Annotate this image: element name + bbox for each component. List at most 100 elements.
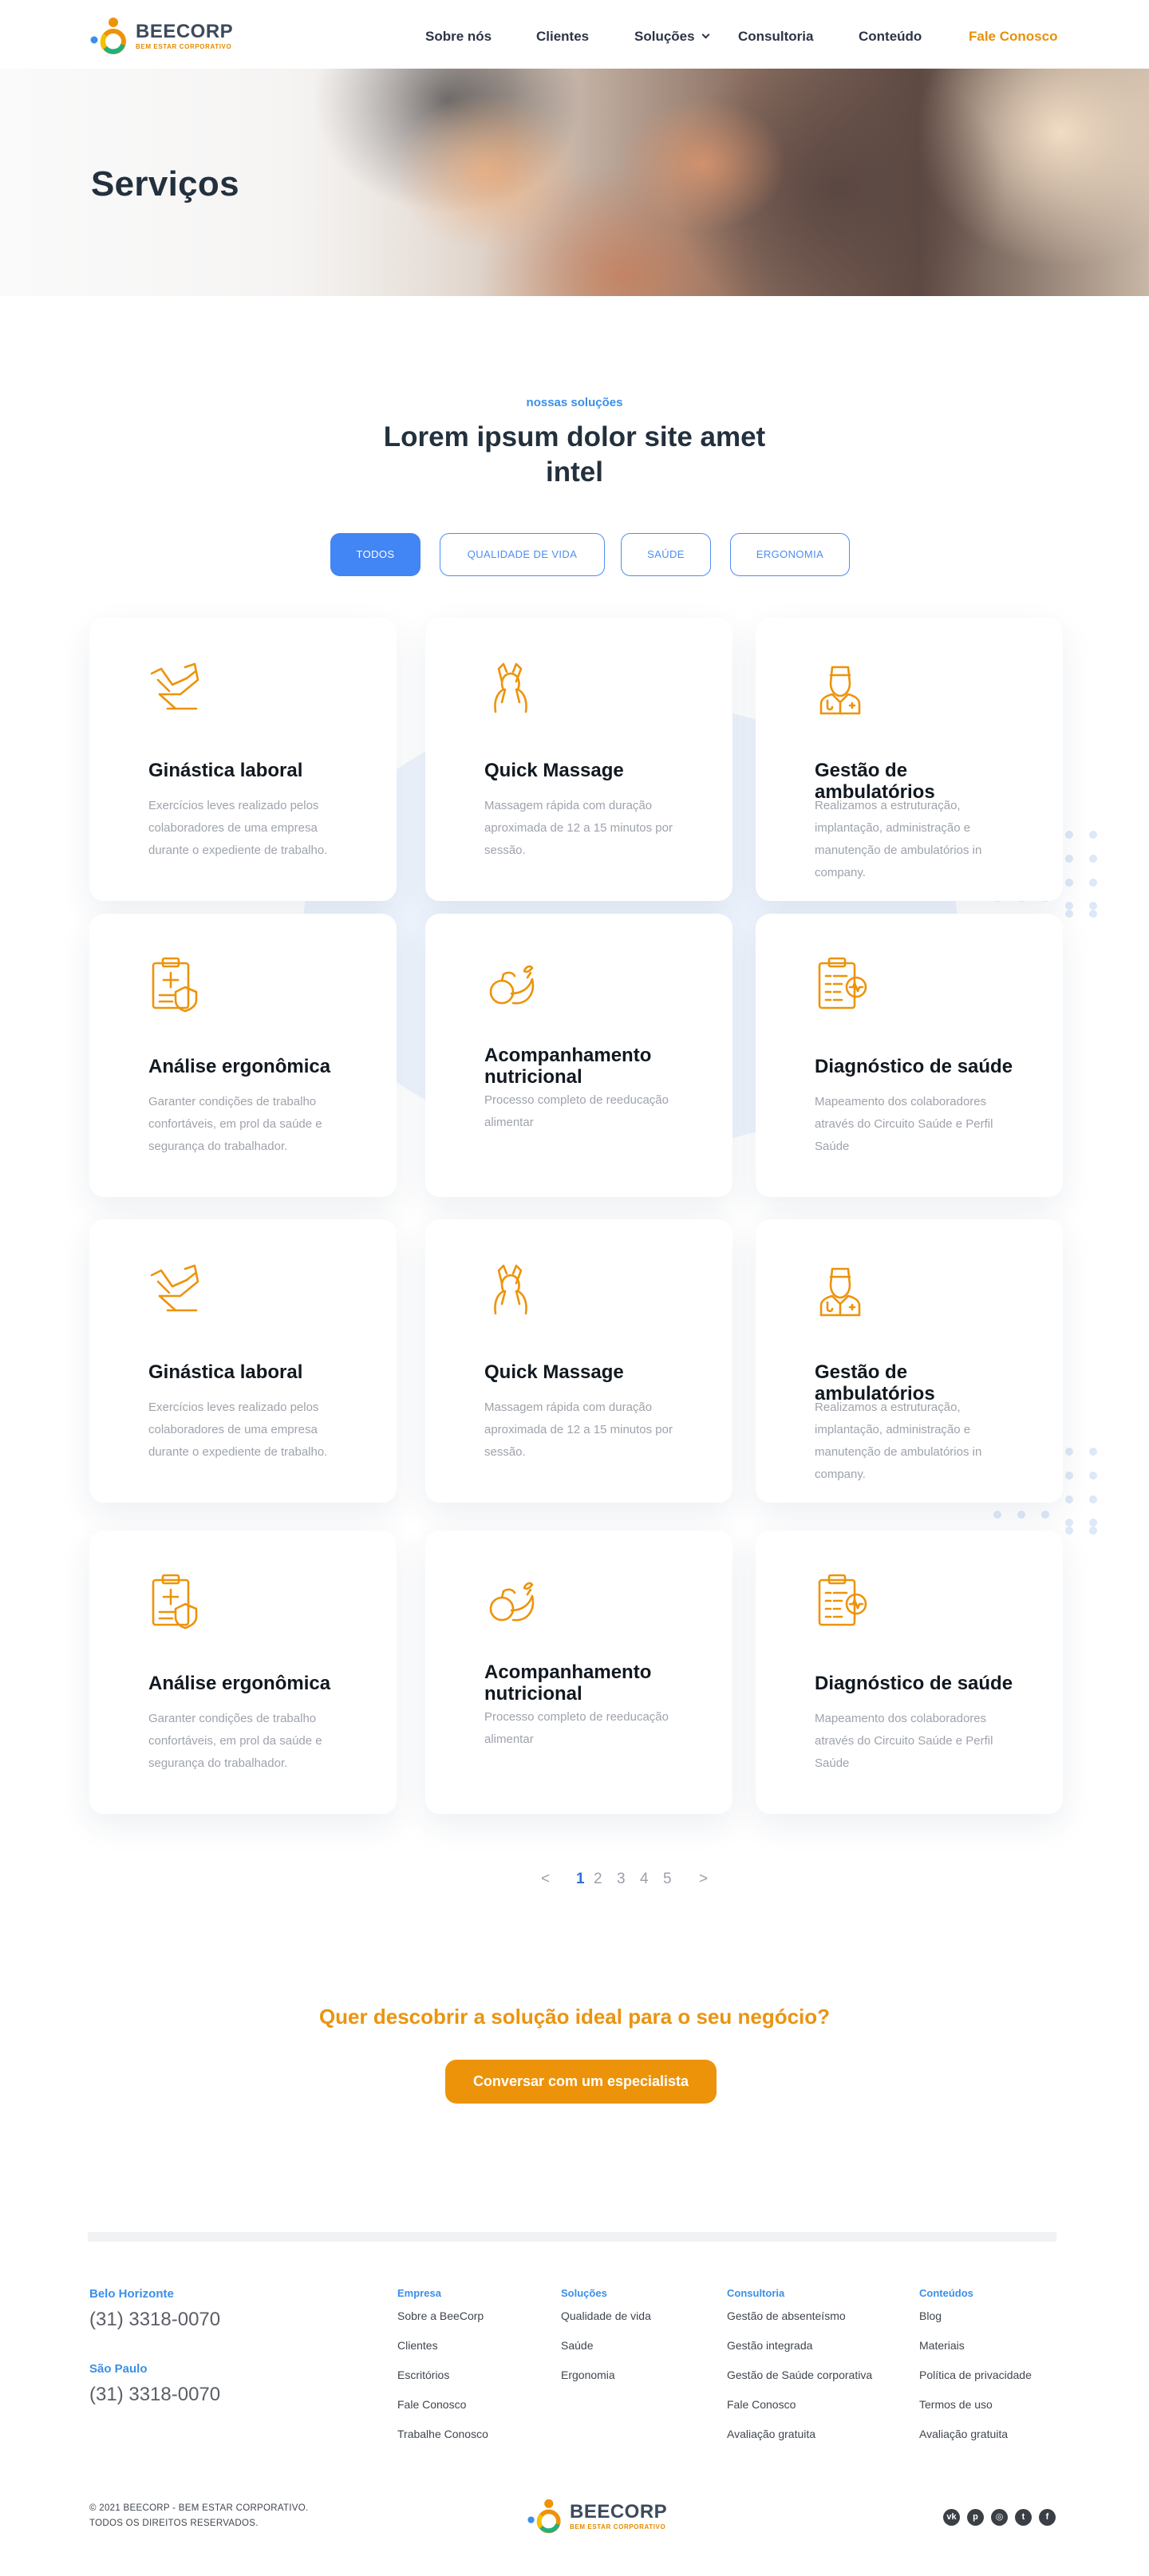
brand-tagline: BEM ESTAR CORPORATIVO	[570, 2523, 666, 2531]
copyright-line: © 2021 BEECORP - BEM ESTAR CORPORATIVO.	[89, 2503, 309, 2513]
footer-link[interactable]: Clientes	[397, 2339, 438, 2352]
exercise-icon	[150, 1264, 199, 1312]
service-card-title: Ginástica laboral	[148, 1361, 303, 1383]
footer-link[interactable]: Sobre a BeeCorp	[397, 2309, 484, 2322]
clipboard-heart-icon	[818, 957, 867, 1009]
massage-icon	[494, 662, 527, 713]
main-nav: Sobre nós Clientes Soluções Consultoria …	[0, 29, 1149, 48]
filter-todos[interactable]: TODOS	[330, 533, 421, 576]
service-card-description: Exercícios leves realizado pelos colabor…	[148, 799, 328, 857]
vk-icon[interactable]: vk	[943, 2509, 960, 2526]
pagination-page-4[interactable]: 4	[640, 1871, 649, 1888]
footer-link[interactable]: Qualidade de vida	[561, 2309, 651, 2322]
footer-link[interactable]: Avaliação gratuita	[727, 2428, 815, 2440]
chevron-down-icon	[701, 30, 710, 39]
pagination-page-1[interactable]: 1	[576, 1871, 585, 1888]
nav-item-conteudo[interactable]: Conteúdo	[859, 29, 922, 45]
site-header: BEECORP BEM ESTAR CORPORATIVO Sobre nós …	[0, 0, 1149, 69]
service-card[interactable]: Acompanhamento nutricional Processo compl…	[425, 914, 732, 1197]
service-card[interactable]: Gestão de ambulatórios Realizamos a estru…	[756, 618, 1063, 901]
service-card[interactable]: Quick Massage Massagem rápida com duração…	[425, 1219, 732, 1503]
service-card[interactable]: Diagnóstico de saúde Mapeamento dos colab…	[756, 1531, 1063, 1814]
clipboard-shield-icon	[152, 1574, 198, 1630]
facebook-icon[interactable]: f	[1039, 2509, 1056, 2526]
logo-icon	[527, 2499, 561, 2534]
footer-link[interactable]: Ergonomia	[561, 2369, 615, 2381]
copyright-line: TODOS OS DIREITOS RESERVADOS.	[89, 2519, 259, 2528]
service-card[interactable]: Quick Massage Massagem rápida com duração…	[425, 618, 732, 901]
service-card-title: Quick Massage	[484, 760, 624, 781]
service-card-description: Realizamos a estruturação, implantação, …	[815, 799, 982, 879]
cta-heading: Quer descobrir a solução ideal para o se…	[318, 2005, 831, 2029]
footer-link[interactable]: Escritórios	[397, 2369, 449, 2381]
office-phone[interactable]: (31) 3318-0070	[89, 2309, 220, 2331]
clipboard-heart-icon	[818, 1574, 867, 1626]
footer-link[interactable]: Fale Conosco	[727, 2398, 796, 2411]
footer-column-title: Conteúdos	[919, 2287, 973, 2299]
service-card[interactable]: Ginástica laboral Exercícios leves realiz…	[89, 1219, 397, 1503]
doctor-icon	[819, 1267, 861, 1317]
service-card[interactable]: Ginástica laboral Exercícios leves realiz…	[89, 618, 397, 901]
massage-icon	[494, 1264, 527, 1315]
instagram-icon[interactable]: ◎	[991, 2509, 1008, 2526]
office-phone[interactable]: (31) 3318-0070	[89, 2384, 220, 2406]
footer-link[interactable]: Termos de uso	[919, 2398, 993, 2411]
twitter-icon[interactable]: t	[1015, 2509, 1032, 2526]
pagination-page-2[interactable]: 2	[594, 1871, 602, 1888]
filter-qualidade-de-vida[interactable]: QUALIDADE DE VIDA	[440, 533, 605, 576]
footer-link[interactable]: Materiais	[919, 2339, 965, 2352]
service-card[interactable]: Gestão de ambulatórios Realizamos a estru…	[756, 1219, 1063, 1503]
nav-item-consultoria[interactable]: Consultoria	[738, 29, 813, 45]
pagination-page-3[interactable]: 3	[617, 1871, 626, 1888]
pinterest-icon[interactable]: p	[967, 2509, 984, 2526]
footer-divider	[88, 2232, 1056, 2242]
footer-link[interactable]: Política de privacidade	[919, 2369, 1032, 2381]
pagination-prev[interactable]: <	[541, 1871, 550, 1888]
nav-item-solucoes[interactable]: Soluções	[634, 29, 710, 45]
office-city: Belo Horizonte	[89, 2287, 174, 2301]
nav-item-sobre[interactable]: Sobre nós	[425, 29, 492, 45]
nav-cta-fale-conosco[interactable]: Fale Conosco	[969, 29, 1057, 45]
service-card-title: Análise ergonômica	[148, 1056, 331, 1077]
service-card[interactable]: Análise ergonômica Garanter condições de …	[89, 1531, 397, 1814]
service-card-description: Mapeamento dos colaboradores através do …	[815, 1712, 993, 1770]
section-eyebrow: nossas soluções	[526, 396, 623, 409]
hero-banner: Serviços	[0, 69, 1149, 296]
fruits-icon	[489, 965, 535, 1005]
footer-link[interactable]: Avaliação gratuita	[919, 2428, 1008, 2440]
service-card[interactable]: Análise ergonômica Garanter condições de …	[89, 914, 397, 1197]
footer-link[interactable]: Fale Conosco	[397, 2398, 466, 2411]
clipboard-shield-icon	[152, 957, 198, 1013]
service-card-title: Quick Massage	[484, 1361, 624, 1383]
pagination-page-5[interactable]: 5	[663, 1871, 672, 1888]
filter-ergonomia[interactable]: ERGONOMIA	[730, 533, 850, 576]
brand-name: BEECORP	[570, 2500, 668, 2523]
footer-link[interactable]: Saúde	[561, 2339, 593, 2352]
service-card-title: Diagnóstico de saúde	[815, 1056, 1013, 1077]
page-title: Serviços	[91, 164, 239, 203]
service-card-description: Processo completo de reeducação alimenta…	[484, 1710, 669, 1746]
nav-item-clientes[interactable]: Clientes	[536, 29, 589, 45]
talk-to-specialist-button[interactable]: Conversar com um especialista	[445, 2060, 717, 2104]
service-card-description: Processo completo de reeducação alimenta…	[484, 1093, 669, 1129]
service-card-description: Mapeamento dos colaboradores através do …	[815, 1095, 993, 1153]
copyright: © 2021 BEECORP - BEM ESTAR CORPORATIVO. …	[89, 2501, 309, 2531]
service-card-description: Realizamos a estruturação, implantação, …	[815, 1401, 982, 1481]
footer-logo[interactable]: BEECORP BEM ESTAR CORPORATIVO	[527, 2496, 667, 2536]
fruits-icon	[489, 1582, 535, 1622]
service-card-title: Acompanhamento nutricional	[484, 1045, 652, 1088]
footer-link[interactable]: Gestão de Saúde corporativa	[727, 2369, 872, 2381]
service-card[interactable]: Acompanhamento nutricional Processo compl…	[425, 1531, 732, 1814]
footer-link[interactable]: Trabalhe Conosco	[397, 2428, 488, 2440]
service-card[interactable]: Diagnóstico de saúde Mapeamento dos colab…	[756, 914, 1063, 1197]
filter-tabs: TODOS QUALIDADE DE VIDA SAÚDE ERGONOMIA	[0, 533, 1149, 578]
service-card-title: Ginástica laboral	[148, 760, 303, 781]
service-card-description: Garanter condições de trabalho confortáv…	[148, 1712, 322, 1770]
service-card-description: Massagem rápida com duração aproximada d…	[484, 799, 673, 857]
footer-link[interactable]: Blog	[919, 2309, 942, 2322]
footer-link[interactable]: Gestão integrada	[727, 2339, 812, 2352]
office-city: São Paulo	[89, 2362, 148, 2376]
footer-link[interactable]: Gestão de absenteísmo	[727, 2309, 846, 2322]
filter-saude[interactable]: SAÚDE	[621, 533, 711, 576]
pagination-next[interactable]: >	[699, 1871, 708, 1888]
